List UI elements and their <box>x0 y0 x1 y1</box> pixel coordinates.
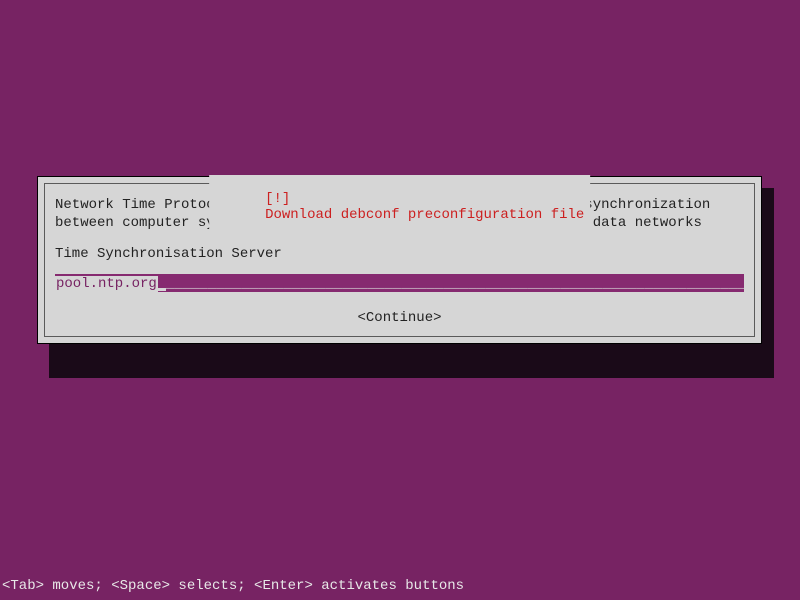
ntp-server-input[interactable]: pool.ntp.org ___________________________… <box>55 274 744 292</box>
dialog-inner: [!] Download debconf preconfiguration fi… <box>44 183 755 337</box>
title-prefix: [!] <box>265 191 290 207</box>
title-text: Download debconf preconfiguration file <box>265 207 584 223</box>
input-value: pool.ntp.org <box>55 276 158 292</box>
debconf-dialog: [!] Download debconf preconfiguration fi… <box>37 176 762 344</box>
field-label: Time Synchronisation Server <box>55 246 744 262</box>
continue-button[interactable]: <Continue> <box>55 310 744 326</box>
input-fill: ________________________________________… <box>166 276 744 292</box>
dialog-title: [!] Download debconf preconfiguration fi… <box>209 175 591 239</box>
text-cursor <box>158 288 166 291</box>
footer-hint: <Tab> moves; <Space> selects; <Enter> ac… <box>0 578 464 594</box>
